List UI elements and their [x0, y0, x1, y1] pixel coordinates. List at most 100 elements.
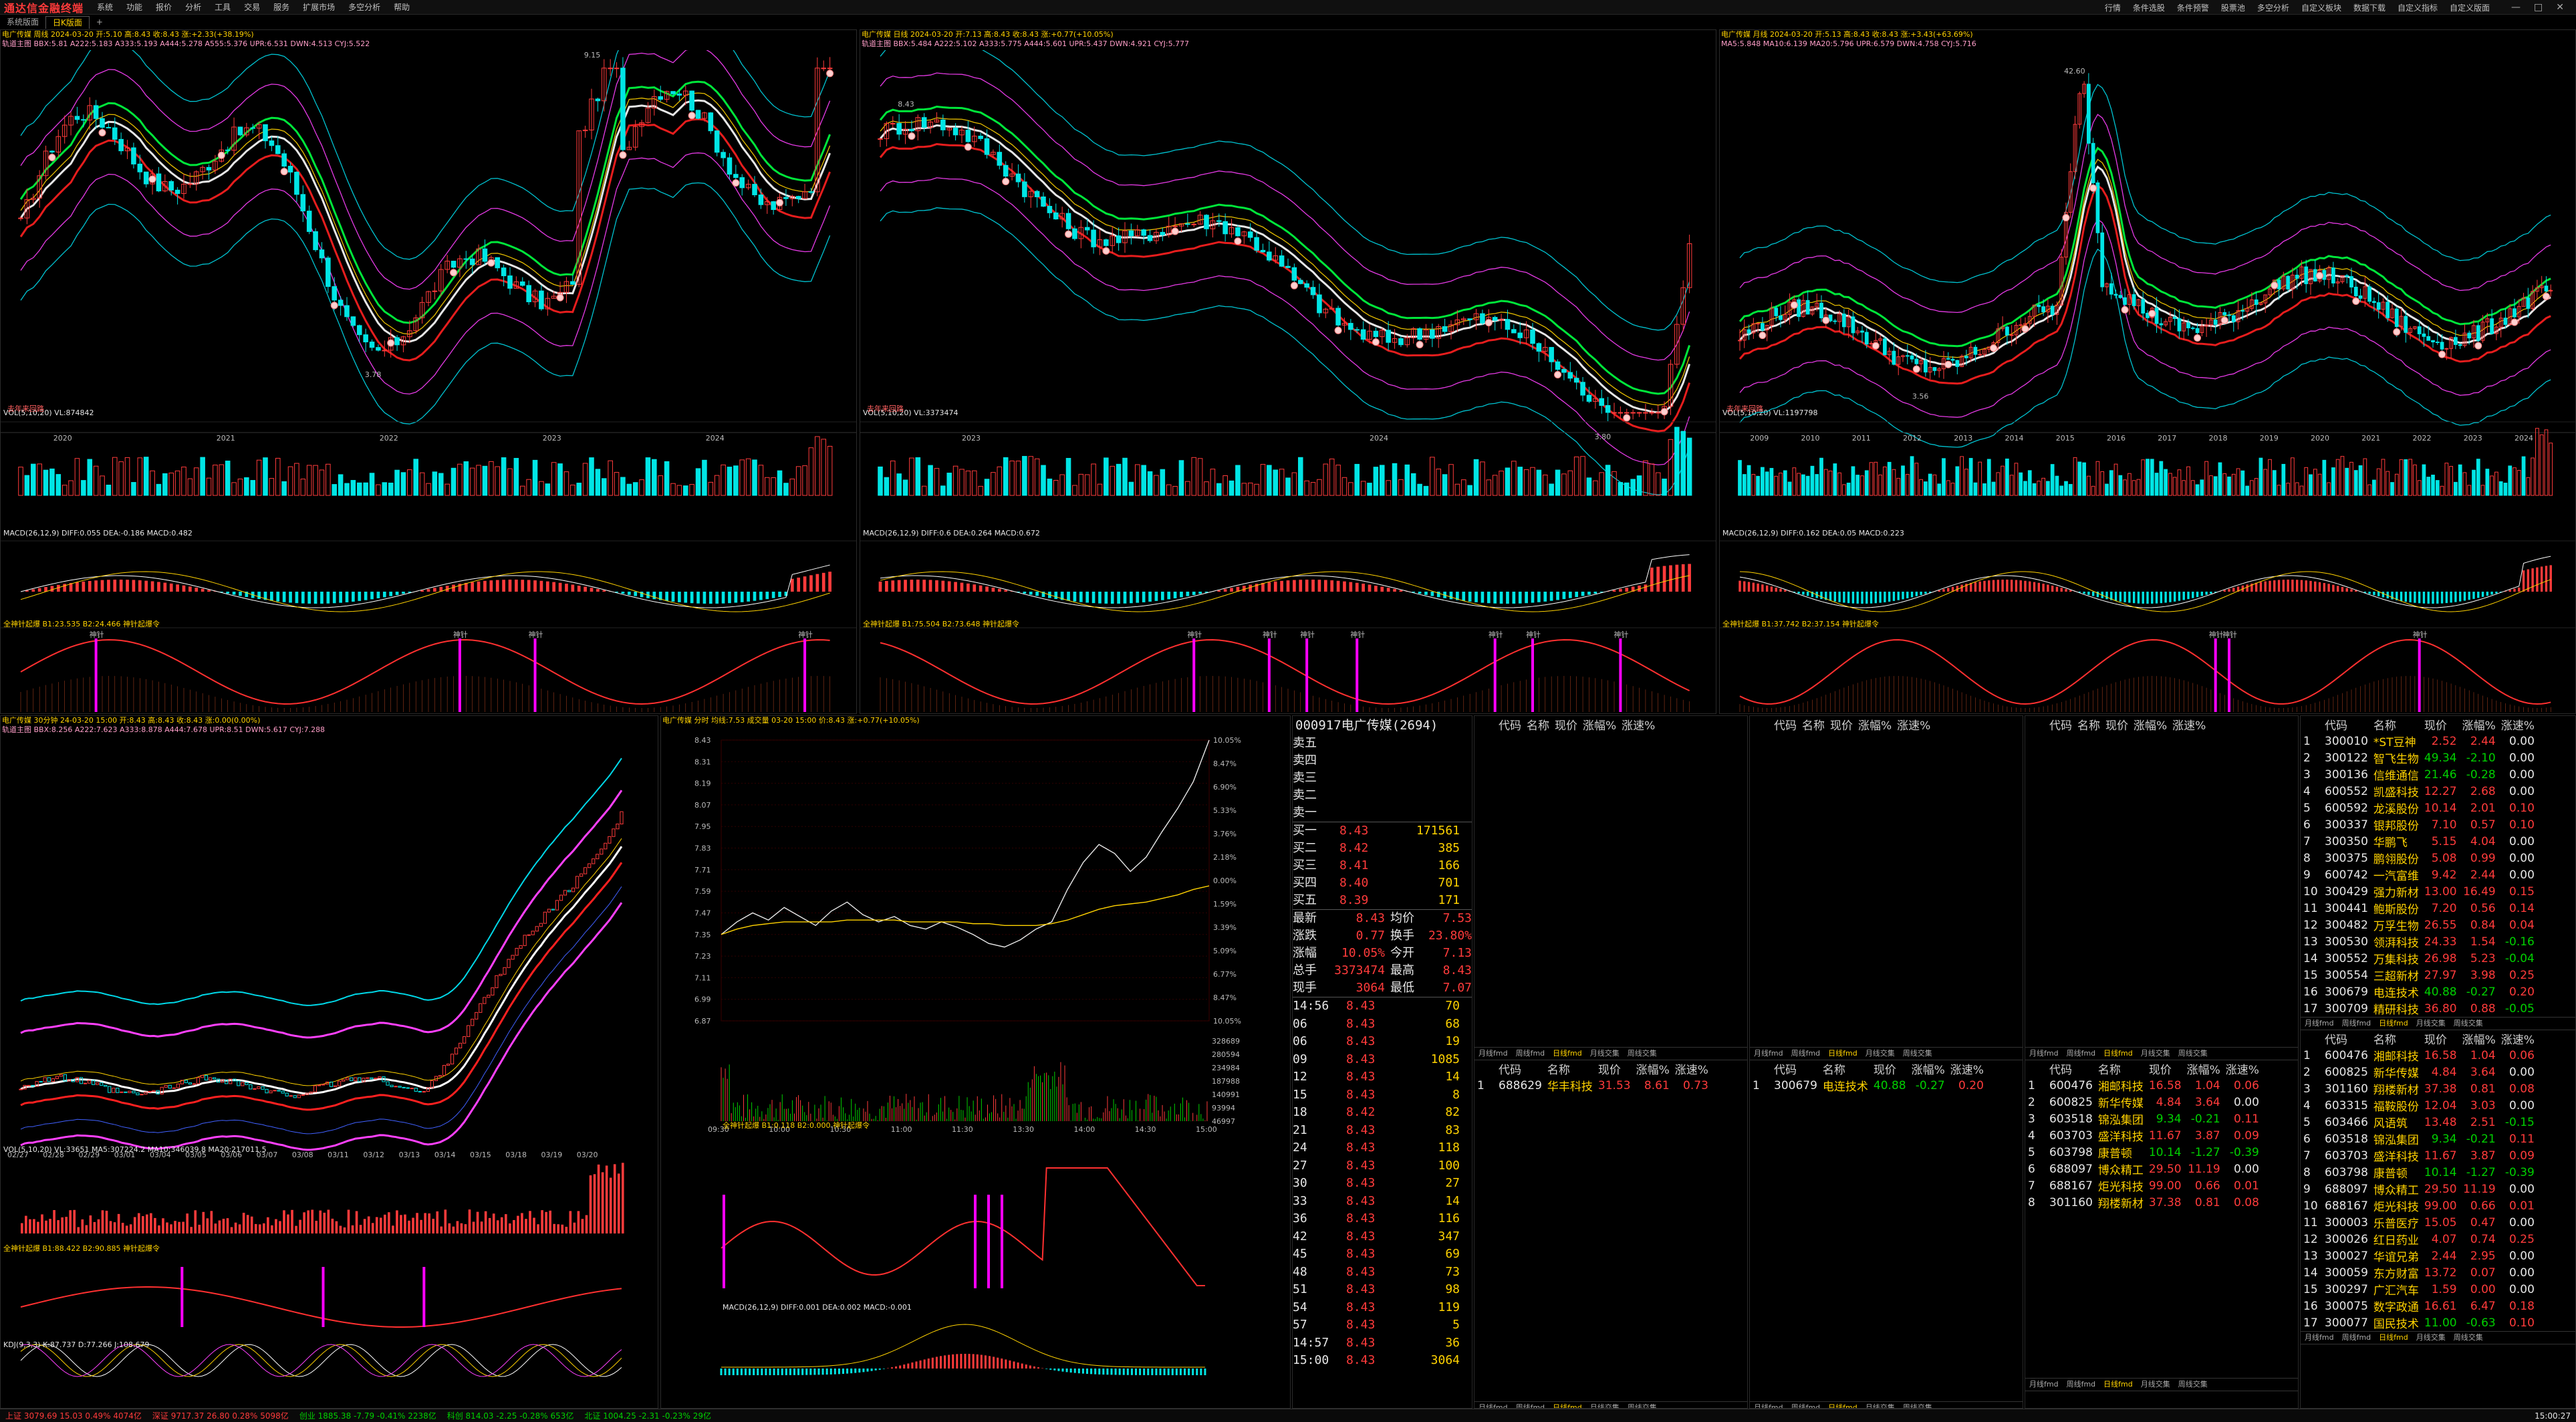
- tool-alert[interactable]: 条件预警: [2177, 2, 2209, 13]
- menu-bull-bear[interactable]: 多空分析: [348, 1, 380, 13]
- col-price[interactable]: 现价: [2422, 716, 2460, 733]
- tool-custom-sector[interactable]: 自定义板块: [2301, 2, 2341, 13]
- rank-tab[interactable]: 月线fmd: [2025, 1379, 2063, 1391]
- table-row[interactable]: 6 688097 博众精工 29.50 11.19 0.00: [2025, 1161, 2262, 1178]
- table-row[interactable]: 4 603703 盛洋科技 11.67 3.87 0.09: [2025, 1127, 2262, 1145]
- rank-tab[interactable]: 日线fmd: [2375, 1018, 2412, 1030]
- table-row[interactable]: 6 603518 锦泓集团 9.34 -0.21 0.11: [2301, 1131, 2537, 1148]
- menu-quote[interactable]: 报价: [156, 1, 172, 13]
- table-row[interactable]: 4 603315 福鞍股份 12.04 3.03 0.00: [2301, 1097, 2537, 1114]
- table-row[interactable]: 2 600825 新华传媒 4.84 3.64 0.00: [2025, 1094, 2262, 1111]
- rank-table[interactable]: 代码 名称 现价 涨幅% 涨速% 1 600476 湘邮科技 16.58 1.04 0.…: [2025, 1060, 2262, 1211]
- table-row[interactable]: 11 300003 乐普医疗 15.05 0.47 0.00: [2301, 1214, 2537, 1231]
- rank-tab[interactable]: 月线fmd: [2025, 1048, 2063, 1060]
- col-change[interactable]: 涨幅%: [1909, 1060, 1948, 1077]
- tab-system-layout[interactable]: 系统版面: [0, 16, 45, 28]
- rank-tab[interactable]: 周线fmd: [1787, 1402, 1825, 1408]
- table-row[interactable]: 8 300375 鹏翎股份 5.08 0.99 0.00: [2301, 850, 2537, 867]
- index-shanghai[interactable]: 上证 3079.69 15.03 0.49% 4074亿: [5, 1410, 142, 1421]
- menu-trade[interactable]: 交易: [244, 1, 260, 13]
- rank-tab[interactable]: 周线fmd: [1512, 1402, 1549, 1408]
- col-speed[interactable]: 涨速%: [2170, 716, 2208, 733]
- table-row[interactable]: 12 300482 万孚生物 26.55 0.84 0.04: [2301, 917, 2537, 934]
- rank-table[interactable]: 代码 名称 现价 涨幅% 涨速%: [1750, 716, 1933, 733]
- rank-tab[interactable]: 周线交集: [2450, 1018, 2487, 1030]
- col-change[interactable]: 涨幅%: [2460, 1030, 2498, 1047]
- intraday-30min-panel[interactable]: 电广传媒 30分钟 24-03-20 15:00 开:8.43 高:8.43 收…: [0, 715, 658, 1409]
- table-row[interactable]: 10 300429 强力新材 13.00 16.49 0.15: [2301, 883, 2537, 901]
- table-row[interactable]: 14 300059 东方财富 13.72 0.07 0.00: [2301, 1264, 2537, 1282]
- col-name[interactable]: 名称: [1799, 716, 1827, 733]
- tool-quote[interactable]: 行情: [2105, 2, 2121, 13]
- table-row[interactable]: 1 600476 湘邮科技 16.58 1.04 0.06: [2301, 1047, 2537, 1064]
- col-code[interactable]: 代码: [2047, 716, 2075, 733]
- rank-table[interactable]: 代码 名称 现价 涨幅% 涨速% 1 300010 *ST豆神 2.52 2.44 0.…: [2301, 716, 2537, 1017]
- table-row[interactable]: 1 688629 华丰科技 31.53 8.61 0.73: [1474, 1077, 1711, 1094]
- table-row[interactable]: 16 300679 电连技术 40.88 -0.27 0.20: [2301, 983, 2537, 1001]
- col-price[interactable]: 现价: [1552, 716, 1580, 733]
- rank-table[interactable]: 代码 名称 现价 涨幅% 涨速% 1 688629 华丰科技 31.53 8.61 0.…: [1474, 1060, 1711, 1094]
- table-row[interactable]: 13 300530 领湃科技 24.33 1.54 -0.16: [2301, 933, 2537, 951]
- col-name[interactable]: 名称: [1545, 1060, 1595, 1077]
- table-row[interactable]: 6 300337 银邦股份 7.10 0.57 0.10: [2301, 816, 2537, 834]
- table-row[interactable]: 5 603466 风语筑 13.48 2.51 -0.15: [2301, 1114, 2537, 1131]
- table-row[interactable]: 2 300122 智飞生物 49.34 -2.10 0.00: [2301, 749, 2537, 767]
- rank-tab[interactable]: 月线fmd: [1474, 1402, 1512, 1408]
- rank-panel-b[interactable]: 代码 名称 现价 涨幅% 涨速% 月线fmd 周线fmd 日线fmd 月线交集 周线交集 代码 名称现…: [1749, 715, 2023, 1409]
- col-change[interactable]: 涨幅%: [2184, 1060, 2223, 1077]
- menu-extended-market[interactable]: 扩展市场: [303, 1, 335, 13]
- table-row[interactable]: 16 300075 数字政通 16.61 6.47 0.18: [2301, 1298, 2537, 1315]
- col-price[interactable]: 现价: [2146, 1060, 2184, 1077]
- rank-tab[interactable]: 日线fmd: [1549, 1048, 1586, 1060]
- col-code[interactable]: 代码: [2322, 716, 2371, 733]
- table-row[interactable]: 8 603798 康普顿 10.14 -1.27 -0.39: [2301, 1164, 2537, 1181]
- minimize-icon[interactable]: —: [2511, 2, 2521, 13]
- rank-tab[interactable]: 周线交集: [2450, 1332, 2487, 1344]
- menu-help[interactable]: 帮助: [394, 1, 410, 13]
- menu-analysis[interactable]: 分析: [185, 1, 201, 13]
- rank-tab[interactable]: 日线fmd: [1549, 1402, 1586, 1408]
- table-row[interactable]: 1 300010 *ST豆神 2.52 2.44 0.00: [2301, 733, 2537, 750]
- table-row[interactable]: 5 600592 龙溪股份 10.14 2.01 0.10: [2301, 800, 2537, 817]
- table-row[interactable]: 1 300679 电连技术 40.88 -0.27 0.20: [1750, 1077, 1986, 1094]
- col-code[interactable]: 代码: [2322, 1030, 2371, 1047]
- menu-system[interactable]: 系统: [97, 1, 113, 13]
- tool-stock-screen[interactable]: 条件选股: [2133, 2, 2165, 13]
- col-name[interactable]: 名称: [2095, 1060, 2146, 1077]
- col-name[interactable]: 名称: [2371, 716, 2422, 733]
- table-row[interactable]: 15 300297 广汇汽车 1.59 0.00 0.00: [2301, 1281, 2537, 1298]
- col-price[interactable]: 现价: [2103, 716, 2131, 733]
- rank-panel-c[interactable]: 代码 名称 现价 涨幅% 涨速% 月线fmd 周线fmd 日线fmd 月线交集 周线交集 代码 名称现…: [2025, 715, 2299, 1409]
- col-price[interactable]: 现价: [1871, 1060, 1909, 1077]
- index-beijing[interactable]: 北证 1004.25 -2.31 -0.23% 29亿: [584, 1410, 711, 1421]
- rank-tab[interactable]: 周线交集: [1624, 1402, 1661, 1408]
- col-code[interactable]: 代码: [1771, 1060, 1820, 1077]
- col-price[interactable]: 现价: [1827, 716, 1855, 733]
- table-row[interactable]: 9 688097 博众精工 29.50 11.19 0.00: [2301, 1181, 2537, 1198]
- col-price[interactable]: 现价: [1595, 1060, 1634, 1077]
- index-chinext[interactable]: 创业 1885.38 -7.79 -0.41% 2238亿: [299, 1410, 436, 1421]
- table-row[interactable]: 11 300441 鲍斯股份 7.20 0.56 0.14: [2301, 900, 2537, 917]
- rank-tab[interactable]: 月线交集: [1586, 1402, 1624, 1408]
- rank-table[interactable]: 代码 名称 现价 涨幅% 涨速%: [2025, 716, 2208, 733]
- table-row[interactable]: 3 300136 信维通信 21.46 -0.28 0.00: [2301, 766, 2537, 784]
- rank-tab[interactable]: 周线交集: [1899, 1048, 1936, 1060]
- rank-tab[interactable]: 周线fmd: [2338, 1332, 2375, 1344]
- col-code[interactable]: 代码: [1771, 716, 1799, 733]
- rank-panel-d[interactable]: 代码 名称 现价 涨幅% 涨速% 1 300010 *ST豆神 2.52 2.44 0.…: [2300, 715, 2576, 1409]
- table-row[interactable]: 12 300026 红日药业 4.07 0.74 0.25: [2301, 1231, 2537, 1248]
- rank-tab[interactable]: 月线fmd: [2301, 1018, 2338, 1030]
- table-row[interactable]: 3 301160 翔楼新材 37.38 0.81 0.08: [2301, 1080, 2537, 1098]
- rank-tab[interactable]: 月线交集: [1861, 1048, 1899, 1060]
- rank-panel-a[interactable]: 代码 名称 现价 涨幅% 涨速% 月线fmd 周线fmd 日线fmd 月线交集 周线交集 代码 名称现…: [1474, 715, 1748, 1409]
- tool-custom-layout[interactable]: 自定义版面: [2450, 2, 2490, 13]
- table-row[interactable]: 7 300350 华鹏飞 5.15 4.04 0.00: [2301, 833, 2537, 850]
- col-name[interactable]: 名称: [2371, 1030, 2422, 1047]
- rank-table[interactable]: 代码 名称 现价 涨幅% 涨速%: [1474, 716, 1658, 733]
- tool-bull-bear[interactable]: 多空分析: [2257, 2, 2289, 13]
- table-row[interactable]: 1 600476 湘邮科技 16.58 1.04 0.06: [2025, 1077, 2262, 1094]
- col-speed[interactable]: 涨速%: [2498, 1030, 2537, 1047]
- kline-panel-3[interactable]: 电广传媒 月线 2024-03-20 开:5.13 高:8.43 收:8.43 …: [1719, 29, 2576, 714]
- maximize-icon[interactable]: □: [2534, 2, 2543, 13]
- table-row[interactable]: 4 600552 凯盛科技 12.27 2.68 0.00: [2301, 783, 2537, 800]
